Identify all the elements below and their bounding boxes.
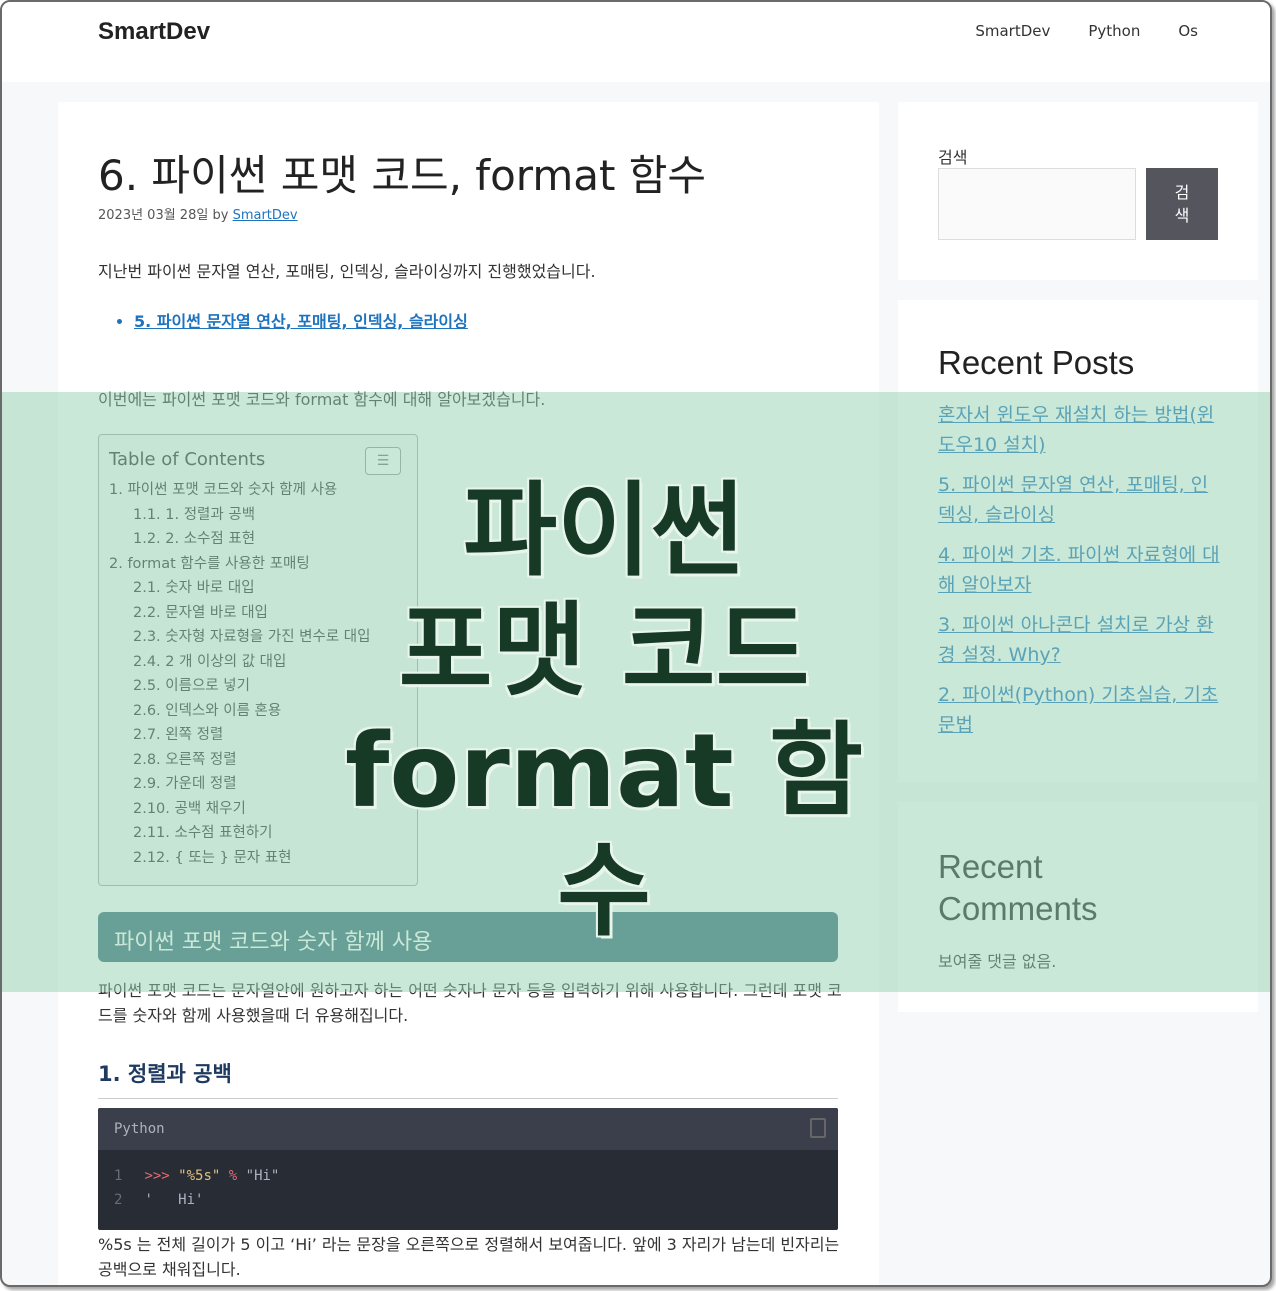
search-input[interactable] — [938, 168, 1136, 240]
recent-post-link[interactable]: 혼자서 윈도우 재설치 하는 방법(윈도우10 설치) — [938, 400, 1222, 460]
line-number: 2 — [114, 1192, 123, 1208]
toc-item[interactable]: 2.11. 소수점 표현하기 — [109, 821, 407, 846]
toc-item[interactable]: 2.3. 숫자형 자료형을 가진 변수로 대입 — [109, 625, 407, 650]
site-header: SmartDev SmartDev Python Os — [2, 2, 1270, 82]
recent-comments-widget: Recent Comments 보여줄 댓글 없음. — [898, 802, 1258, 1012]
toc-item[interactable]: 2.7. 왼쪽 정렬 — [109, 723, 407, 748]
section-paragraph: 파이썬 포맷 코드는 문자열안에 원하고자 하는 어떤 숫자나 문자 등을 입력… — [98, 981, 842, 1025]
browser-frame: SmartDev SmartDev Python Os 6. 파이썬 포맷 코드… — [0, 0, 1272, 1287]
post-title: 6. 파이썬 포맷 코드, format 함수 — [98, 151, 707, 200]
intro-paragraph: 지난번 파이썬 문자열 연산, 포매팅, 인덱싱, 슬라이싱까지 진행했었습니다… — [98, 262, 596, 281]
recent-post-link[interactable]: 4. 파이썬 기초. 파이썬 자료형에 대해 알아보자 — [938, 540, 1222, 600]
list-item: 5. 파이썬 문자열 연산, 포매팅, 인덱싱, 슬라이싱 — [134, 308, 468, 332]
toc-toggle-icon[interactable]: ☰ — [365, 447, 401, 475]
toc-item[interactable]: 1.2. 2. 소수점 표현 — [109, 527, 407, 552]
code-prompt: >>> — [144, 1168, 170, 1184]
toc-item[interactable]: 2.1. 숫자 바로 대입 — [109, 576, 407, 601]
toc-item[interactable]: 2.6. 인덱스와 이름 혼용 — [109, 699, 407, 724]
recent-post-link[interactable]: 2. 파이썬(Python) 기초실습, 기초문법 — [938, 680, 1222, 740]
search-button[interactable]: 검색 — [1146, 168, 1218, 240]
post-author-link[interactable]: SmartDev — [233, 208, 298, 223]
recent-posts-widget: Recent Posts 혼자서 윈도우 재설치 하는 방법(윈도우10 설치)… — [898, 300, 1258, 782]
recent-posts-title: Recent Posts — [938, 344, 1135, 381]
code-block: Python 1 >>> "%5s" % "Hi" 2 ' Hi' — [98, 1108, 838, 1230]
toc-item[interactable]: 2.2. 문자열 바로 대입 — [109, 601, 407, 626]
recent-posts-list: 혼자서 윈도우 재설치 하는 방법(윈도우10 설치) 5. 파이썬 문자열 연… — [938, 400, 1222, 750]
toc-items: 1. 파이썬 포맷 코드와 숫자 함께 사용 1.1. 1. 정렬과 공백 1.2.… — [109, 478, 407, 870]
toc-title: Table of Contents — [109, 449, 266, 470]
search-button-label: 검색 — [1174, 183, 1190, 225]
code-output: ' Hi' — [144, 1192, 204, 1208]
site-brand[interactable]: SmartDev — [98, 18, 210, 46]
code-header: Python — [98, 1108, 838, 1150]
search-label: 검색 — [938, 148, 968, 167]
post-date: 2023년 03월 28일 — [98, 208, 209, 223]
post-by: by — [212, 208, 229, 223]
recent-post-link[interactable]: 3. 파이썬 아나콘다 설치로 가상 환경 설정. Why? — [938, 610, 1222, 670]
no-comments-text: 보여줄 댓글 없음. — [938, 952, 1057, 971]
prev-post-list: 5. 파이썬 문자열 연산, 포매팅, 인덱싱, 슬라이싱 — [134, 308, 468, 332]
nav-item-smartdev[interactable]: SmartDev — [975, 22, 1050, 40]
search-widget: 검색 검색 — [898, 102, 1258, 280]
code-language: Python — [114, 1121, 165, 1137]
toc-item[interactable]: 2.9. 가운데 정렬 — [109, 772, 407, 797]
lead-paragraph: 이번에는 파이썬 포맷 코드와 format 함수에 대해 알아보겠습니다. — [98, 390, 546, 409]
toc-item[interactable]: 1.1. 1. 정렬과 공백 — [109, 503, 407, 528]
toc-item[interactable]: 2.12. { 또는 } 문자 표현 — [109, 846, 407, 871]
recent-post-link[interactable]: 5. 파이썬 문자열 연산, 포매팅, 인덱싱, 슬라이싱 — [938, 470, 1222, 530]
code-operator: % — [228, 1168, 238, 1184]
section-heading: 파이썬 포맷 코드와 숫자 함께 사용 — [98, 912, 838, 962]
subsection-heading: 1. 정렬과 공백 — [98, 1058, 838, 1099]
toc-item[interactable]: 2.4. 2 개 이상의 값 대입 — [109, 650, 407, 675]
explain-paragraph: %5s 는 전체 길이가 5 이고 ‘Hi’ 라는 문장을 오른쪽으로 정렬해서… — [98, 1235, 840, 1279]
table-of-contents: Table of Contents ☰ 1. 파이썬 포맷 코드와 숫자 함께 … — [98, 434, 418, 886]
prev-post-link[interactable]: 5. 파이썬 문자열 연산, 포매팅, 인덱싱, 슬라이싱 — [134, 312, 468, 331]
code-line: 2 ' Hi' — [114, 1188, 822, 1212]
toc-item[interactable]: 2.5. 이름으로 넣기 — [109, 674, 407, 699]
nav-item-python[interactable]: Python — [1088, 22, 1140, 40]
recent-comments-title: Recent Comments — [938, 848, 1098, 927]
copy-icon[interactable] — [810, 1118, 826, 1138]
toc-item[interactable]: 2.8. 오른쪽 정렬 — [109, 748, 407, 773]
code-string: "%5s" — [178, 1168, 221, 1184]
toc-item[interactable]: 2.10. 공백 채우기 — [109, 797, 407, 822]
toc-item[interactable]: 1. 파이썬 포맷 코드와 숫자 함께 사용 — [109, 478, 407, 503]
toc-item[interactable]: 2. format 함수를 사용한 포매팅 — [109, 552, 407, 577]
article: 6. 파이썬 포맷 코드, format 함수 2023년 03월 28일 by… — [58, 102, 879, 1285]
nav-item-os[interactable]: Os — [1178, 22, 1198, 40]
code-body: 1 >>> "%5s" % "Hi" 2 ' Hi' — [98, 1150, 838, 1226]
code-string: "Hi" — [245, 1168, 280, 1184]
line-number: 1 — [114, 1168, 123, 1184]
main-nav: SmartDev Python Os — [975, 22, 1198, 40]
code-line: 1 >>> "%5s" % "Hi" — [114, 1164, 822, 1188]
post-meta: 2023년 03월 28일 by SmartDev — [98, 204, 298, 223]
